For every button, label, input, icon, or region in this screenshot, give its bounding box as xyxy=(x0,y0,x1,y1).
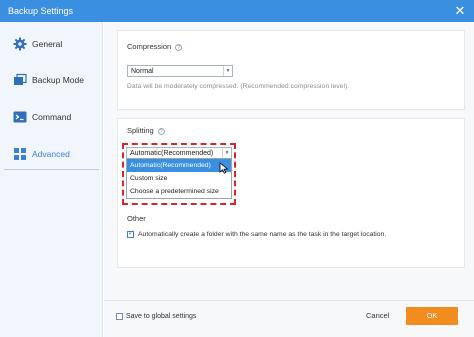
command-icon xyxy=(13,111,27,123)
sidebar-item-label: Command xyxy=(32,112,72,122)
backup-mode-icon xyxy=(14,73,27,85)
splitting-selected-value: Automatic(Recommended) xyxy=(130,150,214,157)
chevron-down-icon: ▼ xyxy=(222,148,231,158)
dropdown-option[interactable]: Custom size xyxy=(127,172,231,185)
cancel-button[interactable]: Cancel xyxy=(366,311,389,320)
sidebar-item-command[interactable]: Command xyxy=(0,105,103,129)
save-global-label: Save to global settings xyxy=(126,313,197,320)
sidebar-item-general[interactable]: General xyxy=(0,32,103,56)
gear-icon xyxy=(13,37,27,51)
compression-select[interactable]: Normal ▼ xyxy=(127,65,233,77)
compression-selected-value: Normal xyxy=(131,68,154,75)
ok-button[interactable]: OK xyxy=(406,307,458,325)
splitting-label: Splitting? xyxy=(127,126,165,135)
sidebar-item-label: Advanced xyxy=(32,149,70,159)
dropdown-option[interactable]: Automatic(Recommended) xyxy=(127,159,231,172)
save-global-checkbox[interactable] xyxy=(116,313,123,320)
help-icon[interactable]: ? xyxy=(157,127,165,135)
footer-divider xyxy=(104,300,474,301)
sidebar-item-advanced[interactable]: Advanced xyxy=(0,142,103,170)
auto-folder-checkbox[interactable] xyxy=(127,229,134,238)
compression-label: Compression? xyxy=(127,42,183,51)
grid-icon xyxy=(14,148,26,160)
dropdown-option[interactable]: Choose a predetermined size xyxy=(127,185,231,198)
sidebar-item-label: Backup Mode xyxy=(32,75,84,85)
compression-section: Compression? Normal ▼ Data will be moder… xyxy=(117,30,465,110)
compression-description: Data will be moderately compressed. (Rec… xyxy=(127,83,350,90)
sidebar-item-backup-mode[interactable]: Backup Mode xyxy=(0,68,103,92)
other-label: Other xyxy=(127,214,146,223)
help-icon[interactable]: ? xyxy=(175,43,183,51)
chevron-down-icon: ▼ xyxy=(223,66,232,76)
auto-folder-label: Automatically create a folder with the s… xyxy=(138,231,387,238)
sidebar: General Backup Mode Command Advanced xyxy=(0,22,103,337)
mouse-pointer-icon xyxy=(219,162,229,174)
window-title: Backup Settings xyxy=(8,6,74,16)
title-bar: Backup Settings ✕ xyxy=(0,0,474,22)
splitting-dropdown-list: Automatic(Recommended) Custom size Choos… xyxy=(126,158,232,199)
sidebar-item-label: General xyxy=(32,39,63,49)
close-icon[interactable]: ✕ xyxy=(452,3,468,19)
